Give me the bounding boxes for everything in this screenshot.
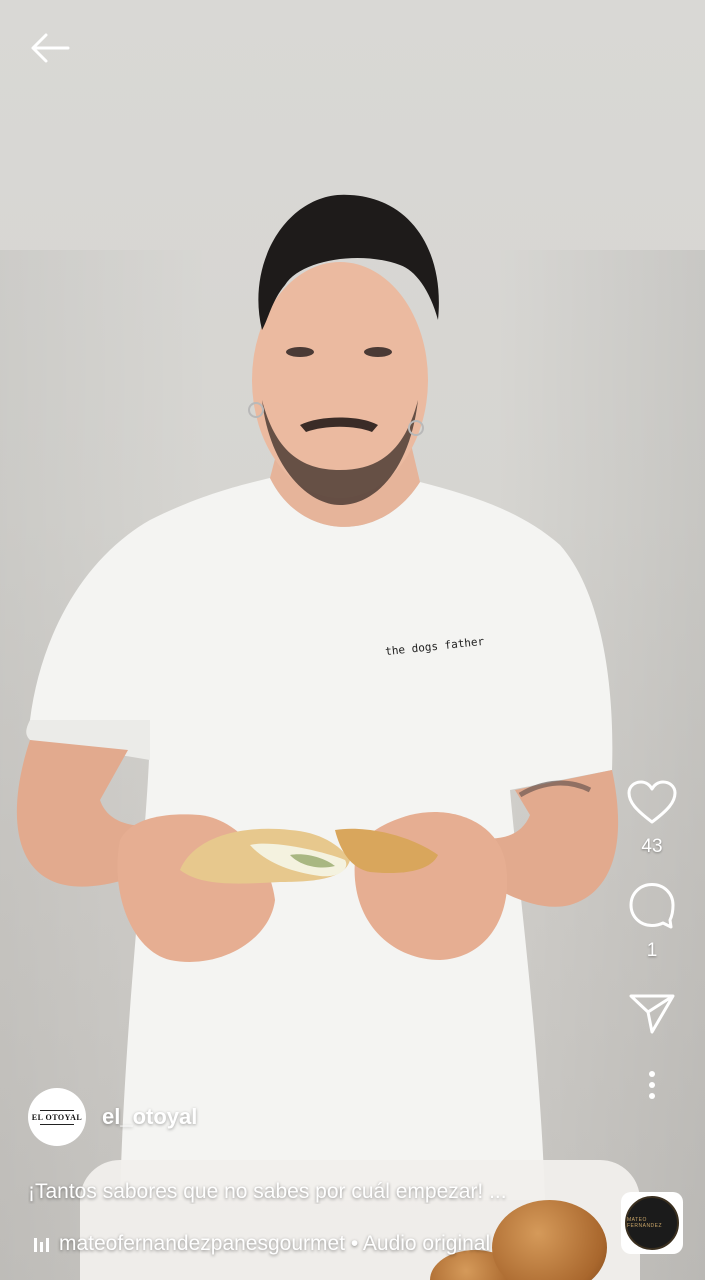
back-button[interactable] bbox=[26, 28, 74, 68]
comment-count: 1 bbox=[646, 940, 658, 961]
audio-thumb-text: MATEO FERNANDEZ bbox=[627, 1217, 663, 1229]
audio-label: mateofernandezpanesgourmet • Audio origi… bbox=[59, 1232, 491, 1255]
avatar-logo-line bbox=[40, 1123, 74, 1125]
avatar[interactable]: EL OTOYAL bbox=[28, 1088, 86, 1146]
avatar-logo-line bbox=[40, 1109, 74, 1111]
audio-thumbnail[interactable]: MATEO FERNANDEZ bbox=[621, 1192, 683, 1254]
author-username[interactable]: el_otoyal bbox=[102, 1104, 197, 1130]
comment-button[interactable]: 1 bbox=[627, 880, 677, 962]
more-vertical-icon bbox=[649, 1071, 655, 1099]
author-row: EL OTOYAL el_otoyal bbox=[28, 1088, 197, 1146]
action-rail: 43 1 bbox=[617, 780, 687, 1100]
audio-bars-icon bbox=[34, 1236, 49, 1252]
audio-disc-image: MATEO FERNANDEZ bbox=[625, 1196, 679, 1250]
more-options-button[interactable] bbox=[646, 1070, 658, 1100]
arrow-left-icon bbox=[31, 33, 70, 63]
share-button[interactable] bbox=[628, 992, 676, 1036]
like-button[interactable]: 43 bbox=[626, 780, 678, 858]
heart-icon bbox=[627, 780, 677, 824]
reel-caption[interactable]: ¡Tantos sabores que no sabes por cuál em… bbox=[28, 1180, 608, 1204]
audio-link[interactable]: mateofernandezpanesgourmet • Audio origi… bbox=[34, 1232, 490, 1256]
like-count: 43 bbox=[641, 836, 663, 857]
comment-icon bbox=[629, 883, 675, 929]
send-icon bbox=[629, 994, 675, 1034]
avatar-logo-text: EL OTOYAL bbox=[31, 1112, 83, 1122]
